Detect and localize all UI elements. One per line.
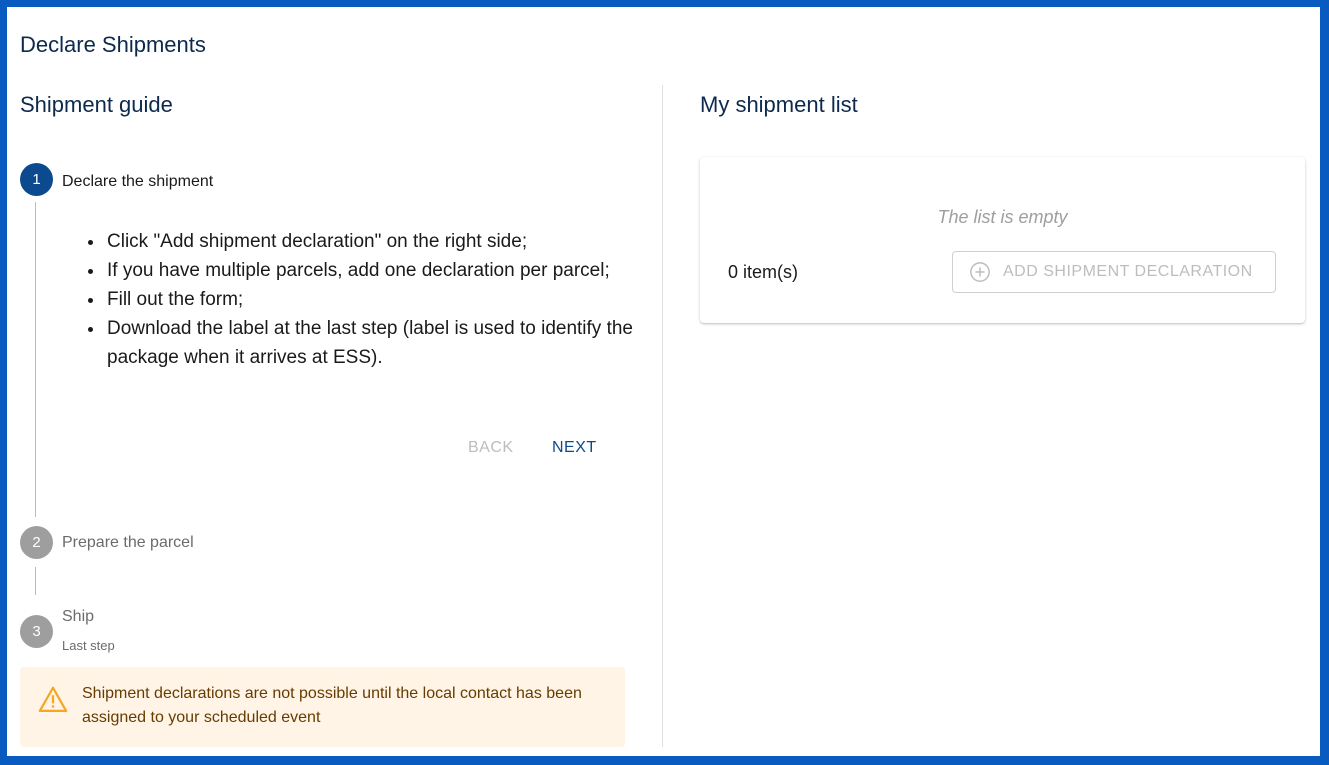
add-shipment-declaration-button[interactable]: ADD SHIPMENT DECLARATION — [952, 251, 1276, 293]
back-button[interactable]: BACK — [468, 439, 514, 457]
column-divider — [662, 85, 663, 747]
empty-list-message: The list is empty — [937, 207, 1068, 227]
step-connector-1 — [35, 202, 36, 517]
warning-message: Shipment declarations are not possible u… — [82, 685, 582, 726]
step-connector-2 — [35, 567, 36, 595]
list-title: My shipment list — [700, 92, 858, 117]
page-title: Declare Shipments — [20, 32, 206, 57]
instruction-item: Click "Add shipment declaration" on the … — [105, 227, 640, 256]
app-frame: Declare Shipments Shipment guide 1 Decla… — [7, 7, 1320, 756]
warning-alert: Shipment declarations are not possible u… — [20, 667, 625, 747]
step-3-sublabel: Last step — [62, 638, 115, 653]
instruction-item: Fill out the form; — [105, 285, 640, 314]
step-2-label: Prepare the parcel — [62, 534, 194, 551]
step-1-icon: 1 — [20, 163, 53, 196]
shipment-list-card: The list is empty 0 item(s) ADD SHIPMENT… — [700, 157, 1305, 323]
warning-triangle-icon — [38, 686, 68, 712]
step-1-instructions: Click "Add shipment declaration" on the … — [85, 227, 640, 372]
step-1-label: Declare the shipment — [62, 173, 214, 190]
guide-title: Shipment guide — [20, 92, 173, 117]
step-3-icon: 3 — [20, 615, 53, 648]
next-button[interactable]: NEXT — [552, 439, 597, 457]
instruction-item: If you have multiple parcels, add one de… — [105, 256, 640, 285]
item-count: 0 item(s) — [728, 262, 799, 282]
add-button-label: ADD SHIPMENT DECLARATION — [1003, 263, 1253, 280]
instruction-item: Download the label at the last step (lab… — [105, 314, 640, 372]
shipment-guide: Shipment guide 1 Declare the shipment Cl… — [20, 87, 633, 747]
step-3-label: Ship — [62, 608, 95, 625]
plus-circle-icon — [970, 262, 990, 282]
step-2-icon: 2 — [20, 526, 53, 559]
